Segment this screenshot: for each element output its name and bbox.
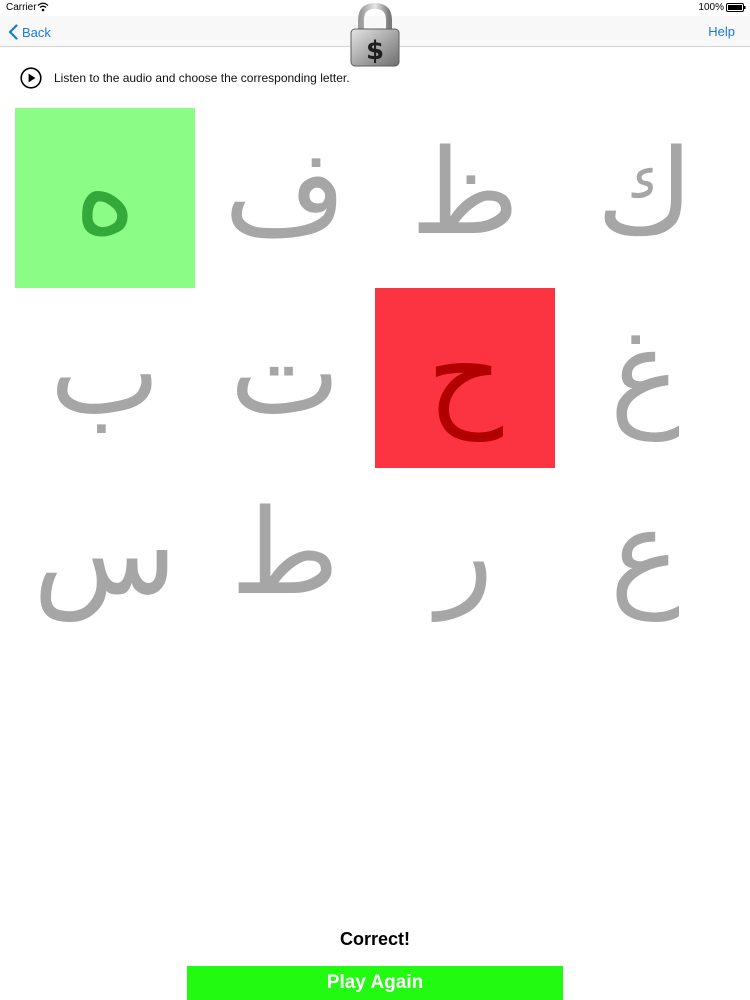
letter-glyph: ع <box>609 483 681 621</box>
chevron-left-icon <box>8 24 18 40</box>
letter-glyph: ت <box>229 303 341 441</box>
play-again-button[interactable]: Play Again <box>187 966 563 1000</box>
letter-tile[interactable]: ف <box>195 108 375 288</box>
result-message: Correct! <box>339 929 410 949</box>
letter-tile[interactable]: ع <box>555 468 735 648</box>
battery-percent: 100% <box>698 2 724 13</box>
instruction-text: Listen to the audio and choose the corre… <box>54 71 350 85</box>
back-label: Back <box>22 24 51 40</box>
padlock-dollar-icon[interactable]: $ <box>347 2 403 68</box>
carrier-label: Carrier <box>6 2 37 13</box>
letter-tile[interactable]: ط <box>195 468 375 648</box>
letter-glyph: ه <box>74 123 136 261</box>
wifi-icon <box>37 2 49 12</box>
back-button[interactable]: Back <box>8 22 51 42</box>
help-button[interactable]: Help <box>708 24 735 39</box>
letter-glyph: ف <box>223 123 347 261</box>
letter-glyph: ح <box>426 303 504 441</box>
letter-glyph: ط <box>230 483 340 621</box>
letter-tile[interactable]: ظ <box>375 108 555 288</box>
svg-text:$: $ <box>366 36 384 66</box>
app-screen: Carrier 100% Back Help $ Listen to the a… <box>0 0 750 1000</box>
battery-icon <box>726 3 746 12</box>
instruction-row: Listen to the audio and choose the corre… <box>20 66 350 90</box>
letter-tile-correct[interactable]: ه <box>15 108 195 288</box>
letter-tile[interactable]: س <box>15 468 195 648</box>
letter-glyph: ب <box>49 303 161 441</box>
letter-tile-wrong[interactable]: ح <box>375 288 555 468</box>
letter-glyph: غ <box>609 303 681 441</box>
play-again-label: Play Again <box>326 972 424 993</box>
letter-glyph: س <box>32 483 178 621</box>
letter-glyph: ك <box>596 123 694 261</box>
letter-tile[interactable]: ر <box>375 468 555 648</box>
letter-tile[interactable]: ت <box>195 288 375 468</box>
letter-tile[interactable]: غ <box>555 288 735 468</box>
play-circle-icon[interactable] <box>20 67 42 89</box>
letter-glyph: ظ <box>410 123 520 261</box>
letter-glyph: ر <box>436 483 494 621</box>
letter-tile[interactable]: ك <box>555 108 735 288</box>
letter-tile[interactable]: ب <box>15 288 195 468</box>
